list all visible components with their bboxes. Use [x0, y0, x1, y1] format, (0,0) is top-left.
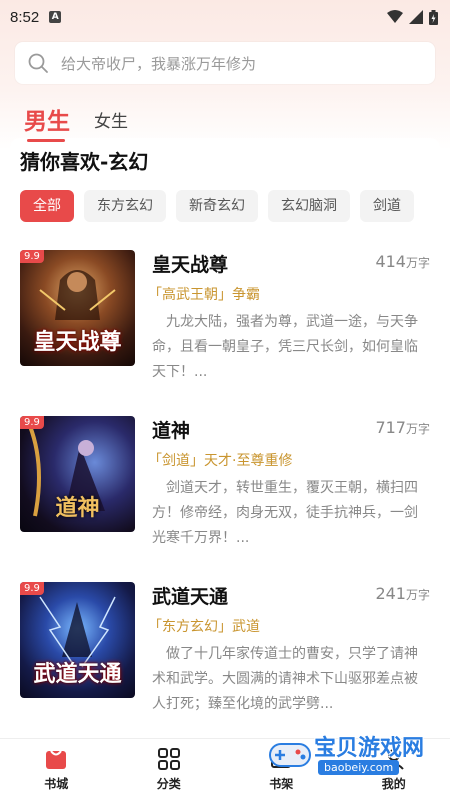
chip-all[interactable]: 全部 [20, 190, 74, 222]
tab-male[interactable]: 男生 [24, 102, 70, 142]
gamepad-icon [269, 743, 311, 767]
grid-icon [157, 748, 180, 770]
chip-novel-fantasy[interactable]: 新奇玄幻 [176, 190, 258, 222]
search-input[interactable]: 给大帝收尸，我暴涨万年修为 [15, 42, 435, 84]
book-tags: 「东方玄幻」武道 [148, 619, 260, 635]
nav-label: 分类 [156, 777, 181, 791]
word-count-value: 241 [375, 584, 406, 603]
word-count: 241万字 [375, 584, 430, 603]
book-title[interactable]: 皇天战尊 [152, 250, 228, 277]
notification-icon: A [49, 11, 62, 23]
chip-fantasy-brainstorm[interactable]: 玄幻脑洞 [268, 190, 350, 222]
wifi-icon [387, 10, 403, 23]
book-item[interactable]: 9.9 武道天通 武道天通 241万字 「东方玄幻」武道 做了十几年家传道士的曹… [20, 582, 430, 712]
rating-badge: 9.9 [20, 582, 44, 595]
cover-title: 道神 [55, 495, 100, 521]
watermark-text: 宝贝游戏网 [314, 736, 425, 761]
book-title[interactable]: 道神 [152, 416, 190, 443]
search-placeholder: 给大帝收尸，我暴涨万年修为 [61, 54, 257, 73]
book-item[interactable]: 9.9 道神 道神 717万字 「剑道」天才·至尊重修 剑道天才，转世重生，覆灭… [20, 416, 430, 546]
watermark: 宝贝游戏网 baobeiy.com [268, 730, 428, 782]
nav-label: 书城 [44, 777, 69, 791]
search-icon [28, 53, 48, 73]
chip-eastern-fantasy[interactable]: 东方玄幻 [84, 190, 166, 222]
rating-badge: 9.9 [20, 250, 44, 263]
nav-category[interactable]: 分类 [113, 739, 226, 800]
status-time: 8:52 [10, 8, 40, 26]
status-icons [387, 9, 438, 25]
book-description: 做了十几年家传道士的曹安，只学了请神术和武学。大圆满的请神术下山驱邪差点被人打死… [152, 646, 418, 712]
chip-sword[interactable]: 剑道 [360, 190, 414, 222]
cover-title: 皇天战尊 [33, 329, 122, 355]
book-title[interactable]: 武道天通 [152, 582, 228, 609]
battery-icon [429, 9, 438, 25]
watermark-url: baobeiy.com [318, 760, 400, 775]
bookstore-icon [46, 750, 67, 769]
book-description: 剑道天才，转世重生，覆灭王朝，横扫四方！修帝经，肉身无双，徒手抗神兵，一剑光寒千… [152, 480, 418, 546]
word-count-unit: 万字 [405, 256, 430, 270]
section-title: 猜你喜欢-玄幻 [20, 150, 149, 174]
word-count-unit: 万字 [405, 422, 430, 436]
word-count-value: 414 [375, 252, 406, 271]
word-count-unit: 万字 [405, 588, 430, 602]
book-description: 九龙大陆，强者为尊，武道一途，与天争命，且看一朝皇子，凭三尺长剑，如何皇临天下！… [152, 314, 418, 380]
category-chips: 全部 东方玄幻 新奇玄幻 玄幻脑洞 剑道 [20, 190, 430, 224]
word-count-value: 717 [375, 418, 406, 437]
gender-tabs: 男生 女生 [24, 96, 128, 142]
book-cover[interactable]: 9.9 皇天战尊 [20, 250, 135, 366]
recommend-section: 猜你喜欢-玄幻 全部 东方玄幻 新奇玄幻 玄幻脑洞 剑道 9.9 皇天战尊 皇天… [10, 138, 440, 738]
word-count: 414万字 [375, 252, 430, 271]
status-bar: 8:52 A [0, 0, 450, 34]
cover-title: 武道天通 [33, 661, 122, 687]
word-count: 717万字 [375, 418, 430, 437]
book-tags: 「剑道」天才·至尊重修 [148, 453, 293, 469]
signal-icon [409, 10, 423, 24]
book-tags: 「高武王朝」争霸 [148, 287, 260, 303]
tab-female[interactable]: 女生 [94, 107, 128, 136]
book-cover[interactable]: 9.9 道神 [20, 416, 135, 532]
book-item[interactable]: 9.9 皇天战尊 皇天战尊 414万字 「高武王朝」争霸 九龙大陆，强者为尊，武… [20, 250, 430, 380]
rating-badge: 9.9 [20, 416, 44, 429]
nav-bookstore[interactable]: 书城 [0, 739, 113, 800]
book-cover[interactable]: 9.9 武道天通 [20, 582, 135, 698]
